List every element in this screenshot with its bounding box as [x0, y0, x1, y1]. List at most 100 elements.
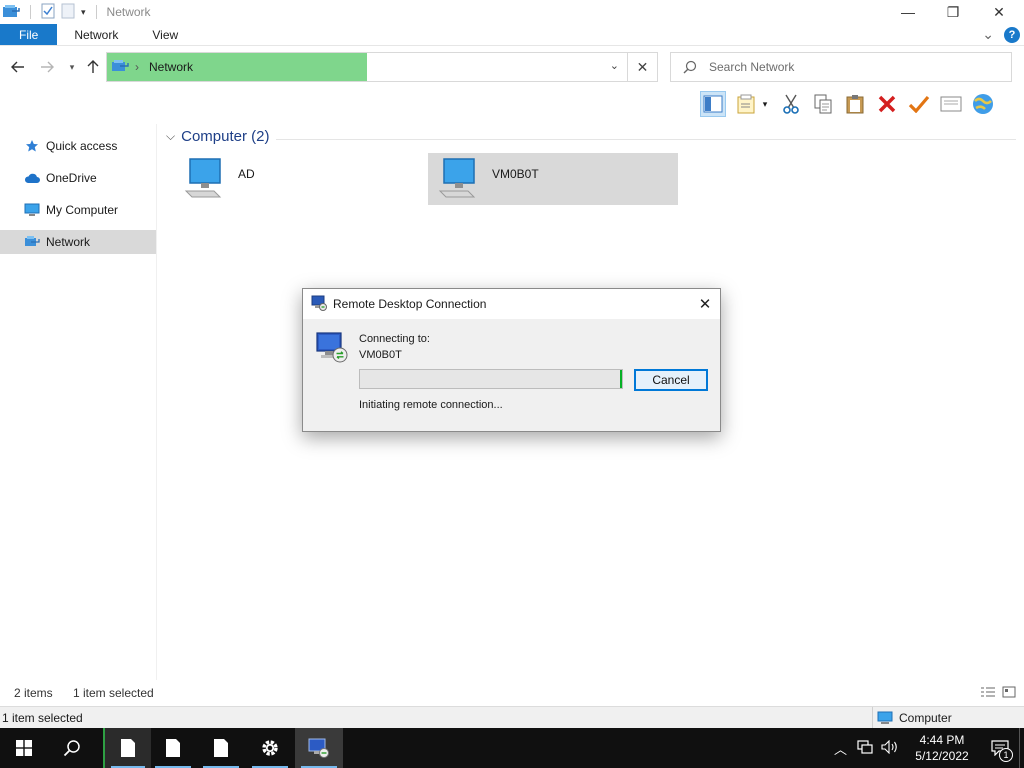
gear-icon: [262, 740, 278, 756]
remote-desktop-icon: [308, 738, 329, 758]
taskbar-app-document[interactable]: [103, 728, 151, 768]
taskbar-app-document[interactable]: [197, 728, 245, 768]
search-button[interactable]: [48, 728, 96, 768]
copy-icon: [814, 94, 832, 114]
arrow-right-icon: [41, 61, 54, 73]
envelope-icon: [940, 96, 962, 112]
network-icon: [24, 234, 40, 250]
list-item[interactable]: AD: [174, 153, 424, 205]
taskbar-app-remote-desktop[interactable]: [295, 728, 343, 768]
customize-quick-access-chevron-icon[interactable]: ▾: [81, 7, 86, 18]
breadcrumb-separator-icon[interactable]: ›: [135, 60, 139, 74]
command-toolbar: ▾: [700, 90, 996, 118]
copy-button[interactable]: [810, 91, 836, 117]
show-desktop-button[interactable]: [1019, 728, 1024, 768]
divider: [95, 5, 97, 19]
computer-icon: [877, 711, 893, 724]
details-view-icon[interactable]: [980, 686, 996, 701]
navigation-pane-button[interactable]: [700, 91, 726, 117]
back-button[interactable]: [8, 58, 28, 76]
taskbar-app-settings[interactable]: [246, 728, 294, 768]
address-dropdown-chevron-icon[interactable]: ⌄: [610, 59, 619, 72]
tab-file[interactable]: File: [0, 24, 58, 45]
breadcrumb: › Network: [107, 59, 193, 76]
connection-target: VM0B0T: [359, 349, 402, 361]
remote-desktop-icon: [315, 331, 349, 366]
group-title: Computer (2): [181, 128, 270, 145]
rename-button[interactable]: [906, 91, 932, 117]
window-title: Network: [106, 5, 151, 19]
arrow-left-icon: [11, 61, 24, 73]
network-folder-icon[interactable]: [2, 3, 20, 22]
windows-logo-icon: [16, 740, 32, 756]
properties-menu-button[interactable]: ▾: [732, 91, 772, 117]
clear-address-button[interactable]: ✕: [627, 53, 657, 81]
address-row: ▾ › Network ⌄ ✕ Search Network: [0, 50, 1024, 84]
clock[interactable]: 4:44 PM 5/12/2022: [909, 732, 975, 764]
sidebar-item-network[interactable]: Network: [0, 230, 156, 254]
dialog-close-button[interactable]: ✕: [690, 289, 720, 319]
sidebar-item-my-computer[interactable]: My Computer: [0, 198, 156, 222]
properties-icon[interactable]: [41, 3, 55, 22]
email-button[interactable]: [938, 91, 964, 117]
cloud-icon: [24, 170, 40, 186]
clock-date: 5/12/2022: [915, 749, 969, 763]
title-bar: ▾ Network — ❐ ✕: [0, 0, 1024, 24]
sidebar-item-quick-access[interactable]: Quick access: [0, 134, 156, 158]
sidebar-item-label: Quick access: [46, 139, 118, 153]
breadcrumb-item-network[interactable]: Network: [149, 60, 193, 74]
help-icon[interactable]: ?: [1004, 26, 1020, 43]
network-status-icon[interactable]: [853, 739, 877, 757]
properties-sheet-icon: [737, 94, 755, 114]
tab-view[interactable]: View: [135, 24, 195, 45]
list-item[interactable]: VM0B0T: [428, 153, 678, 205]
up-button[interactable]: [83, 58, 103, 76]
maximize-button[interactable]: ❐: [930, 0, 976, 24]
tiles-view-icon[interactable]: [1002, 686, 1016, 701]
sidebar-item-label: Network: [46, 235, 91, 249]
connecting-label: Connecting to:: [359, 333, 430, 345]
taskbar-app-document[interactable]: [149, 728, 197, 768]
paste-button[interactable]: [842, 91, 868, 117]
computer-icon: [24, 202, 40, 218]
network-icon: [111, 59, 129, 76]
close-button[interactable]: ✕: [976, 0, 1022, 24]
expand-ribbon-chevron-icon[interactable]: ⌄: [982, 26, 994, 43]
forward-button[interactable]: [37, 58, 57, 76]
search-box[interactable]: Search Network: [670, 52, 1012, 82]
divider: [276, 139, 1016, 140]
minimize-button[interactable]: —: [885, 0, 931, 24]
document-icon: [166, 739, 180, 757]
group-header[interactable]: ⌵ Computer (2): [166, 128, 269, 145]
sidebar-item-onedrive[interactable]: OneDrive: [0, 166, 156, 190]
cut-button[interactable]: [778, 91, 804, 117]
computer-icon: [438, 158, 476, 198]
recent-locations-chevron-icon[interactable]: ▾: [62, 58, 82, 76]
clipboard-icon: [846, 95, 864, 114]
search-input[interactable]: Search Network: [709, 60, 794, 74]
document-icon: [121, 739, 135, 757]
delete-button[interactable]: [874, 91, 900, 117]
start-button[interactable]: [0, 728, 48, 768]
new-folder-icon[interactable]: [61, 3, 75, 22]
status-bar: 1 item selected Computer: [0, 706, 1024, 729]
notifications-button[interactable]: 1: [981, 728, 1019, 768]
ribbon-right-controls: ⌄ ?: [982, 26, 1020, 43]
globe-icon: [973, 94, 993, 114]
item-count: 2 items: [14, 686, 53, 700]
cancel-button[interactable]: Cancel: [634, 369, 708, 391]
chevron-up-icon[interactable]: ︿: [828, 739, 853, 758]
navigation-pane: Quick access OneDrive My Computer Networ…: [0, 124, 157, 680]
network-globe-button[interactable]: [970, 91, 996, 117]
tab-network[interactable]: Network: [57, 24, 135, 45]
connection-status: Initiating remote connection...: [359, 399, 503, 411]
notifications-count: 1: [999, 748, 1013, 762]
status-selection-text: 1 item selected: [2, 711, 83, 725]
selection-count: 1 item selected: [73, 686, 154, 700]
volume-icon[interactable]: [877, 739, 903, 757]
divider: [30, 5, 31, 19]
address-bar[interactable]: › Network ⌄ ✕: [106, 52, 658, 82]
progress-fill: [620, 370, 622, 388]
sidebar-item-label: OneDrive: [46, 171, 97, 185]
dialog-title-bar: Remote Desktop Connection: [303, 289, 720, 319]
